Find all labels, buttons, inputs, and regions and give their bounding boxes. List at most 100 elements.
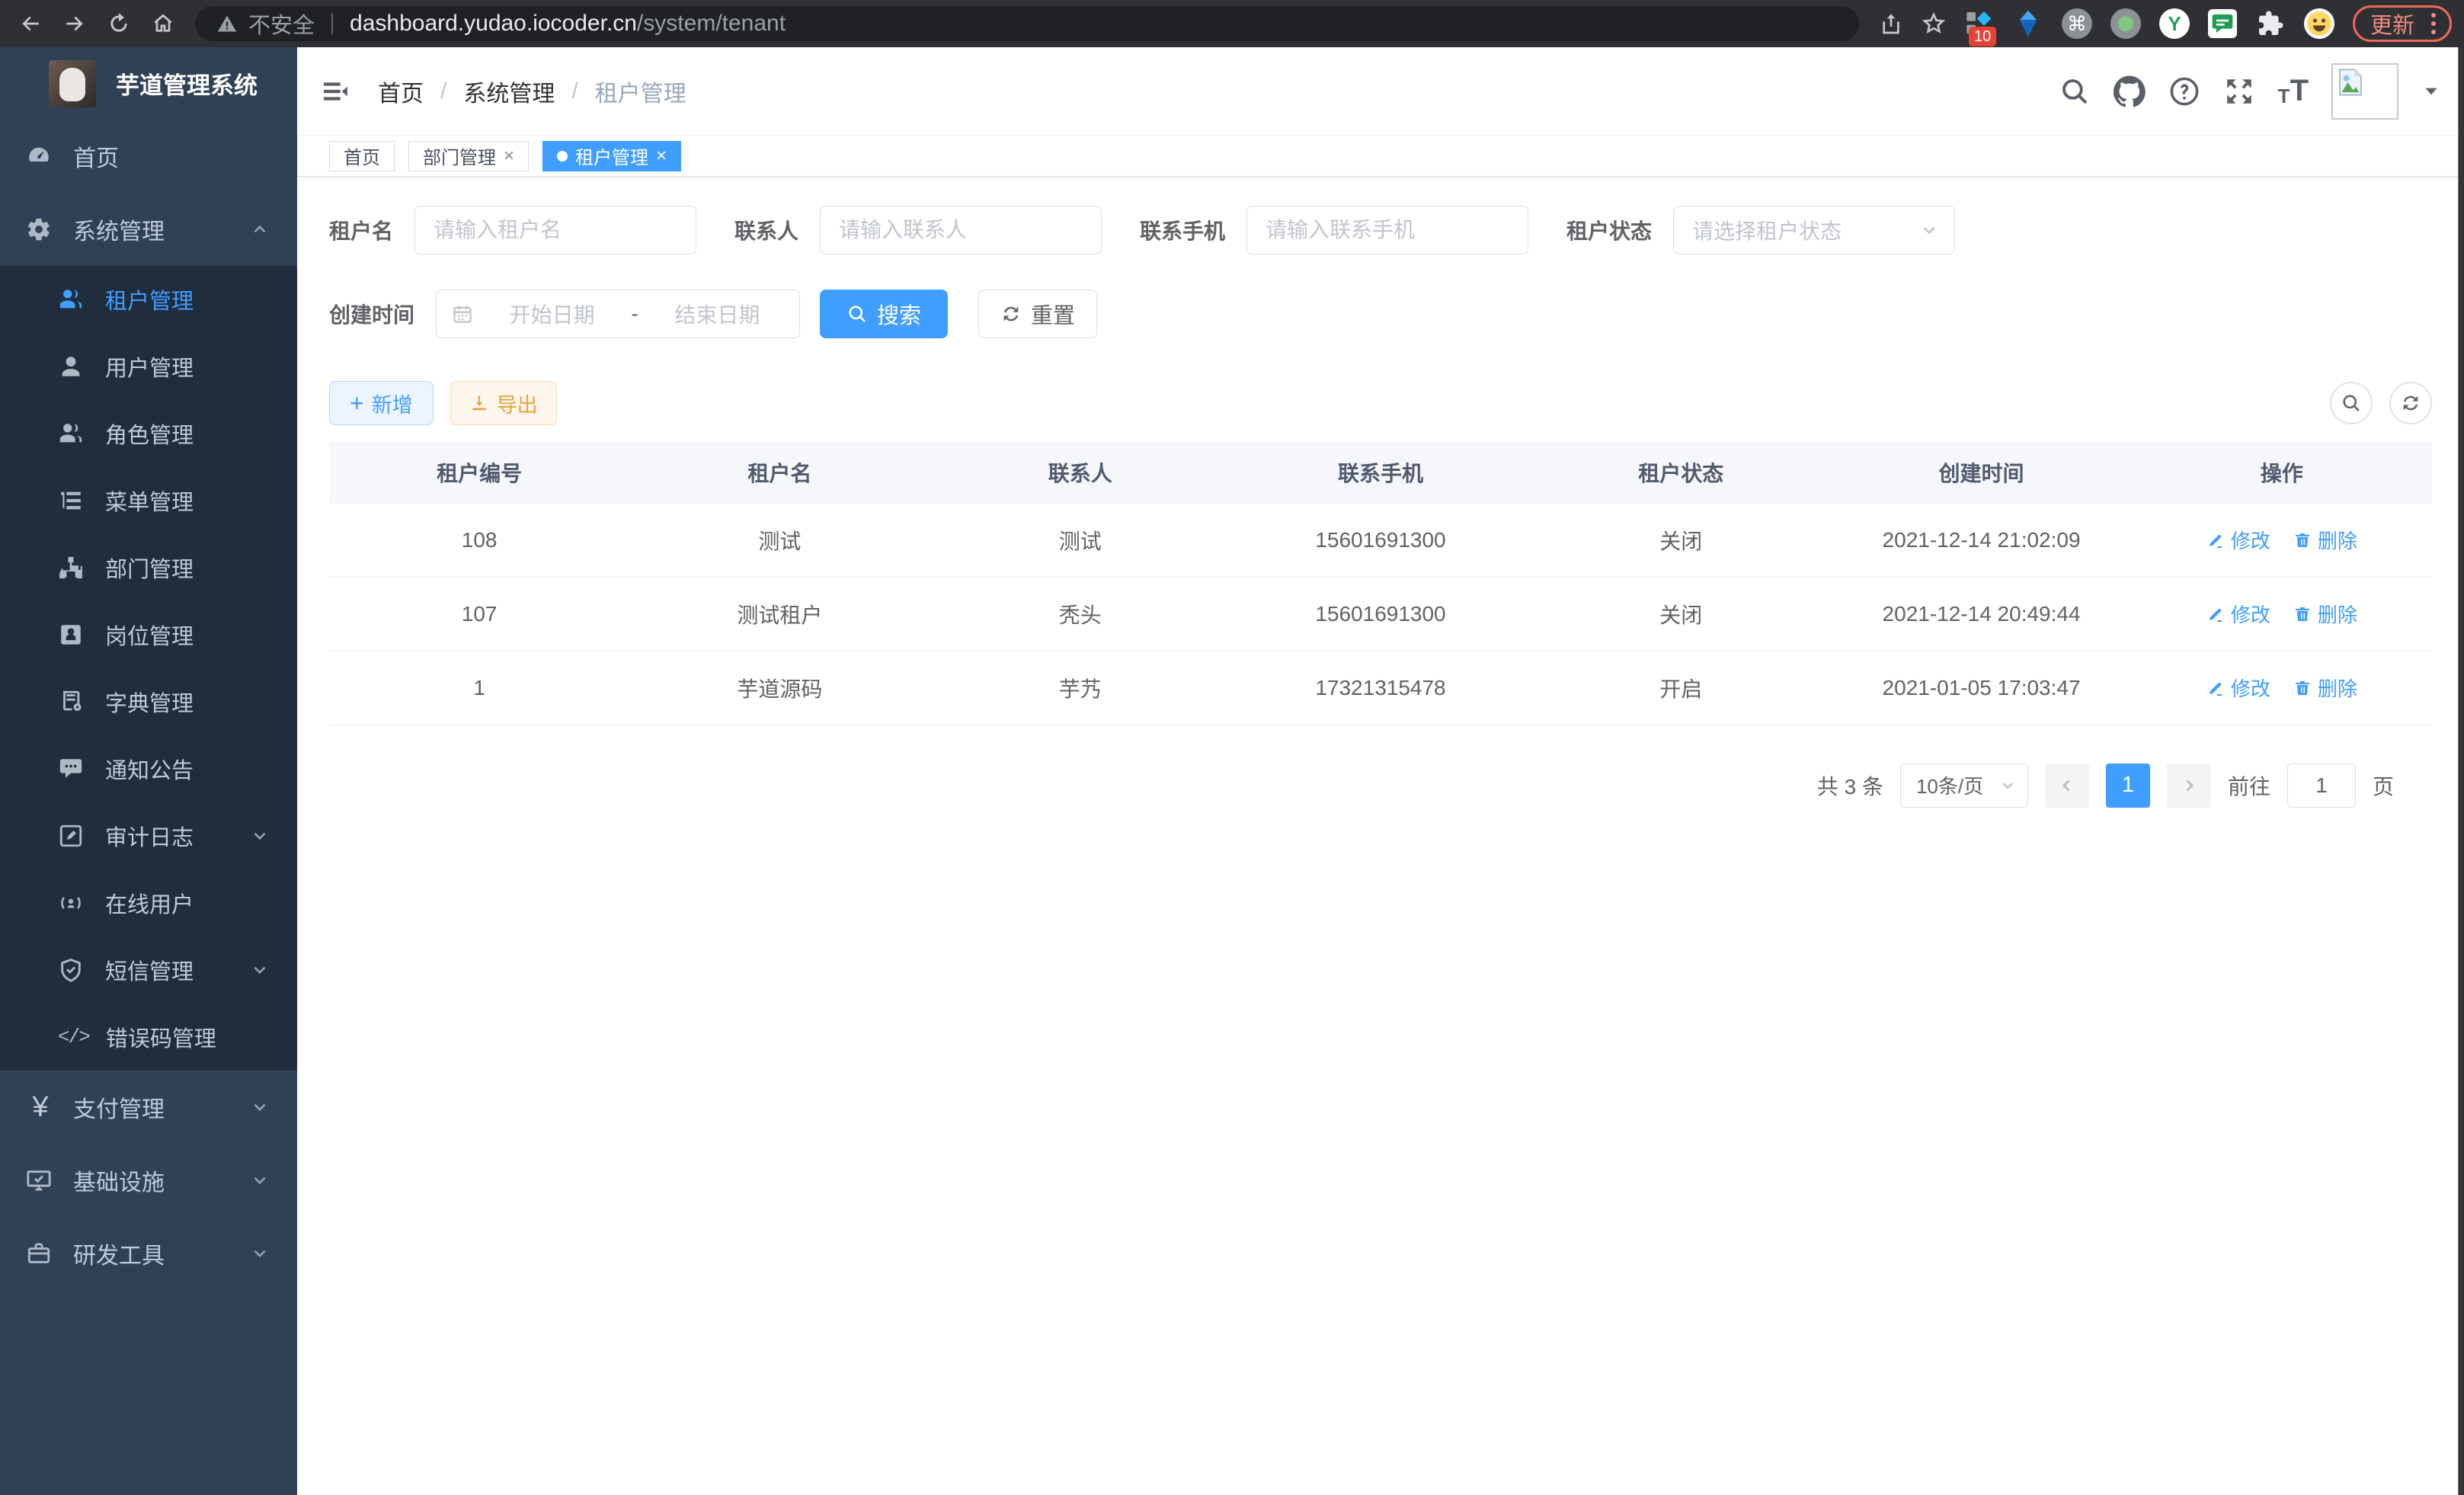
update-label: 更新 [2370, 8, 2414, 40]
extension-y-icon[interactable]: Y [2159, 8, 2190, 39]
page-size-select[interactable]: 10条/页 [1900, 764, 2028, 808]
extension-kite-icon[interactable] [2013, 8, 2043, 39]
sidebar-item-infra[interactable]: 基础设施 [0, 1144, 297, 1217]
extension-command-icon[interactable]: ⌘ [2062, 8, 2092, 39]
sidebar-item-menus[interactable]: 菜单管理 [0, 467, 297, 534]
menu-tree-icon [58, 488, 84, 514]
edit-link[interactable]: 修改 [2206, 600, 2270, 628]
delete-link[interactable]: 删除 [2293, 526, 2357, 554]
status-select[interactable]: 请选择租户状态 [1673, 206, 1955, 255]
tab-label: 部门管理 [423, 142, 496, 169]
col-tenant-name: 租户名 [629, 442, 930, 503]
sidebar-item-audit-log[interactable]: 审计日志 [0, 802, 297, 869]
refresh-icon [1000, 303, 1022, 325]
tab-home[interactable]: 首页 [329, 141, 395, 171]
tab-close-icon[interactable]: × [504, 147, 514, 165]
not-secure-warning-icon[interactable] [216, 13, 238, 34]
sidebar-item-home[interactable]: 首页 [0, 120, 297, 193]
page-number-1[interactable]: 1 [2106, 764, 2150, 808]
chevron-down-icon [250, 1170, 270, 1190]
extension-emoji-icon[interactable] [2304, 8, 2334, 39]
sidebar-item-system[interactable]: 系统管理 [0, 193, 297, 266]
share-icon[interactable] [1879, 11, 1903, 36]
cell-status: 关闭 [1531, 503, 1831, 577]
sidebar-item-sms[interactable]: 短信管理 [0, 936, 297, 1004]
search-button[interactable]: 搜索 [820, 290, 948, 338]
col-status: 租户状态 [1531, 442, 1831, 503]
browser-scrollbar[interactable] [2458, 47, 2464, 1495]
status-label: 租户状态 [1566, 215, 1652, 245]
reset-button[interactable]: 重置 [978, 290, 1097, 338]
date-range-picker[interactable]: 开始日期 - 结束日期 [436, 290, 800, 338]
page-unit-label: 页 [2373, 770, 2394, 801]
sidebar-item-label: 租户管理 [105, 283, 270, 315]
sidebar-item-posts[interactable]: 岗位管理 [0, 601, 297, 668]
font-size-icon[interactable]: TT [2278, 74, 2309, 108]
contact-input[interactable] [820, 206, 1102, 255]
add-button[interactable]: + 新增 [329, 381, 434, 425]
delete-link[interactable]: 删除 [2293, 600, 2357, 628]
prev-page-button[interactable] [2045, 764, 2089, 808]
browser-forward-icon[interactable] [62, 11, 87, 36]
sidebar-item-online-users[interactable]: 在线用户 [0, 869, 297, 936]
extension-record-icon[interactable] [2110, 8, 2141, 39]
sidebar-toggle-icon[interactable] [320, 76, 350, 107]
sidebar-item-label: 基础设施 [73, 1164, 250, 1197]
show-search-toggle-button[interactable] [2330, 382, 2373, 424]
help-icon[interactable] [2168, 75, 2200, 107]
sidebar-item-notice[interactable]: 通知公告 [0, 735, 297, 802]
github-icon[interactable] [2114, 75, 2146, 107]
browser-back-icon[interactable] [18, 11, 43, 36]
tab-tenant[interactable]: 租户管理 × [542, 141, 681, 171]
avatar-caret-down-icon[interactable] [2421, 82, 2441, 101]
address-bar[interactable]: 不安全 dashboard.yudao.iocoder.cn/system/te… [195, 6, 1859, 41]
sidebar-item-devtools[interactable]: 研发工具 [0, 1217, 297, 1290]
page-content: 租户名 联系人 联系手机 租户状态 请选择租户状态 [297, 177, 2464, 1495]
breadcrumb-system[interactable]: 系统管理 [463, 75, 555, 108]
cell-contact: 测试 [930, 503, 1230, 577]
bookmark-star-icon[interactable] [1922, 11, 1946, 36]
edit-link[interactable]: 修改 [2206, 674, 2270, 702]
header-search-icon[interactable] [2059, 75, 2091, 107]
browser-update-button[interactable]: 更新 [2353, 5, 2452, 42]
fullscreen-icon[interactable] [2223, 75, 2255, 107]
tenant-table: 租户编号 租户名 联系人 联系手机 租户状态 创建时间 操作 108 测试 测试 [329, 442, 2432, 725]
app-logo[interactable]: 芋道管理系统 [0, 47, 297, 120]
sidebar-item-roles[interactable]: 角色管理 [0, 400, 297, 467]
tab-close-icon[interactable]: × [656, 147, 667, 165]
sidebar-item-label: 通知公告 [105, 753, 270, 785]
download-icon [469, 393, 489, 413]
avatar[interactable] [2331, 63, 2398, 120]
cell-phone: 15601691300 [1230, 577, 1531, 651]
breadcrumb-home[interactable]: 首页 [378, 75, 424, 108]
sidebar-item-label: 研发工具 [73, 1237, 250, 1270]
chevron-down-icon [250, 1097, 270, 1117]
extensions-puzzle-icon[interactable] [2255, 8, 2286, 39]
cell-status: 开启 [1531, 651, 1831, 725]
export-button[interactable]: 导出 [450, 381, 557, 425]
sidebar-item-error-codes[interactable]: </> 错误码管理 [0, 1004, 297, 1071]
breadcrumb: 首页 / 系统管理 / 租户管理 [378, 75, 686, 108]
next-page-button[interactable] [2167, 764, 2211, 808]
sidebar-item-users[interactable]: 用户管理 [0, 333, 297, 400]
extension-chat-icon[interactable] [2208, 9, 2237, 38]
extension-grid-icon[interactable]: 10 [1964, 8, 1995, 39]
tenant-name-input[interactable] [414, 206, 696, 255]
edit-link[interactable]: 修改 [2206, 526, 2270, 554]
browser-home-icon[interactable] [151, 11, 175, 36]
url-text[interactable]: dashboard.yudao.iocoder.cn/system/tenant [350, 11, 786, 37]
refresh-table-button[interactable] [2389, 382, 2432, 424]
sidebar-item-departments[interactable]: 部门管理 [0, 534, 297, 601]
active-tab-dot-icon [557, 151, 568, 162]
delete-link[interactable]: 删除 [2293, 674, 2357, 702]
sidebar-item-tenant[interactable]: 租户管理 [0, 266, 297, 333]
phone-input[interactable] [1246, 206, 1528, 255]
plus-icon: + [350, 391, 364, 415]
sidebar-item-dict[interactable]: 字典管理 [0, 668, 297, 735]
browser-menu-kebab-icon[interactable] [2425, 13, 2442, 34]
col-phone: 联系手机 [1230, 442, 1531, 503]
goto-page-input[interactable] [2287, 764, 2356, 808]
browser-reload-icon[interactable] [107, 11, 131, 36]
tab-departments[interactable]: 部门管理 × [408, 141, 529, 171]
sidebar-item-payment[interactable]: ¥ 支付管理 [0, 1071, 297, 1144]
